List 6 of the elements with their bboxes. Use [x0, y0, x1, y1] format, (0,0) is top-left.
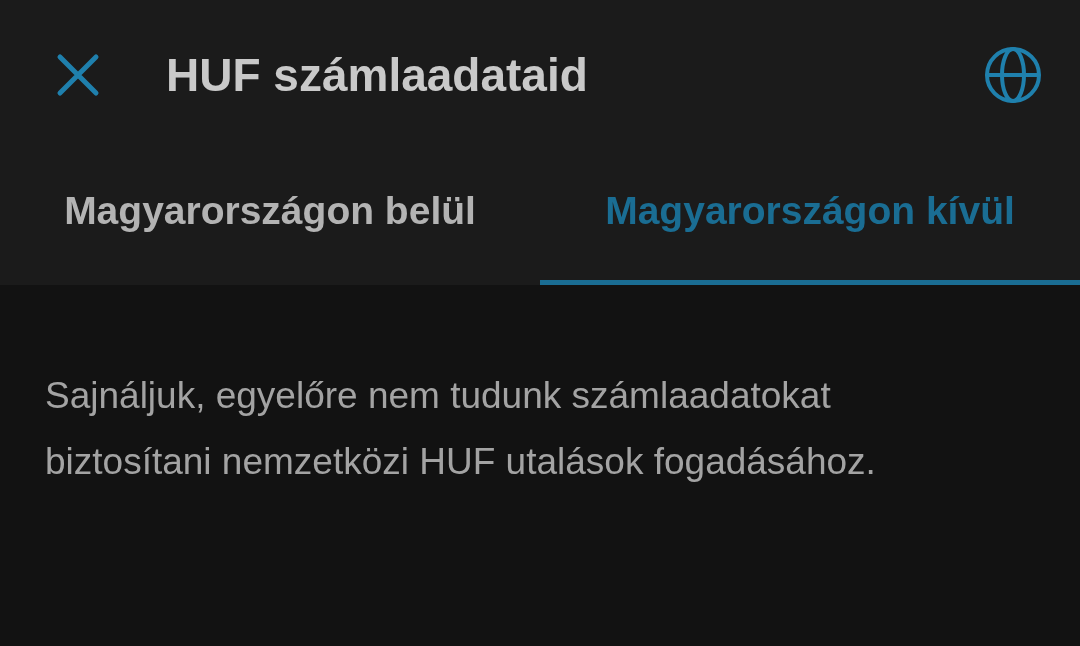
tab[interactable]: Magyarországon belül [0, 150, 540, 285]
globe-icon [984, 46, 1042, 104]
window-title: HUF számlaadataid [166, 47, 588, 103]
language-button[interactable] [982, 44, 1044, 106]
close-icon [56, 53, 100, 97]
info-message: Sajnáljuk, egyelőre nem tudunk számlaadatokat biztosítani nemzetközi HUF utalások fogadásához. [44, 374, 877, 484]
